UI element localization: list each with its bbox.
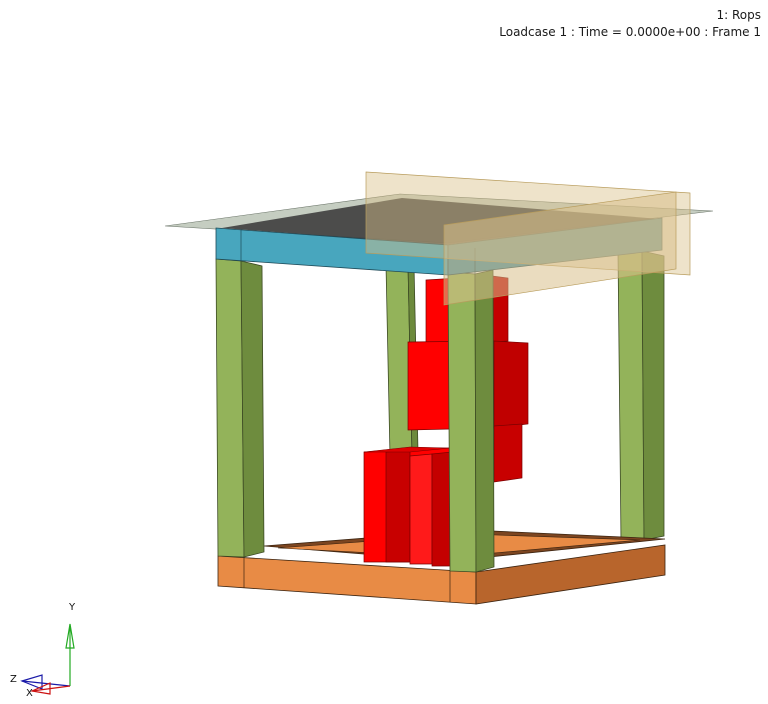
back-right-post[interactable] — [617, 250, 665, 542]
model-scene[interactable]: Y Z X — [0, 0, 768, 704]
graphics-viewport[interactable]: Y Z X 1: Rops Loadcase 1 : Time = 0.0000… — [0, 0, 768, 704]
y-axis-label: Y — [68, 602, 76, 613]
loadcase-info: Loadcase 1 : Time = 0.0000e+00 : Frame 1 — [499, 25, 761, 39]
axis-triad: Y Z X — [10, 602, 76, 699]
model-title: 1: Rops — [716, 8, 761, 22]
x-axis-label: X — [26, 688, 33, 699]
front-center-post[interactable] — [447, 269, 495, 573]
front-left-post[interactable] — [215, 258, 265, 558]
z-axis-label: Z — [10, 674, 17, 685]
